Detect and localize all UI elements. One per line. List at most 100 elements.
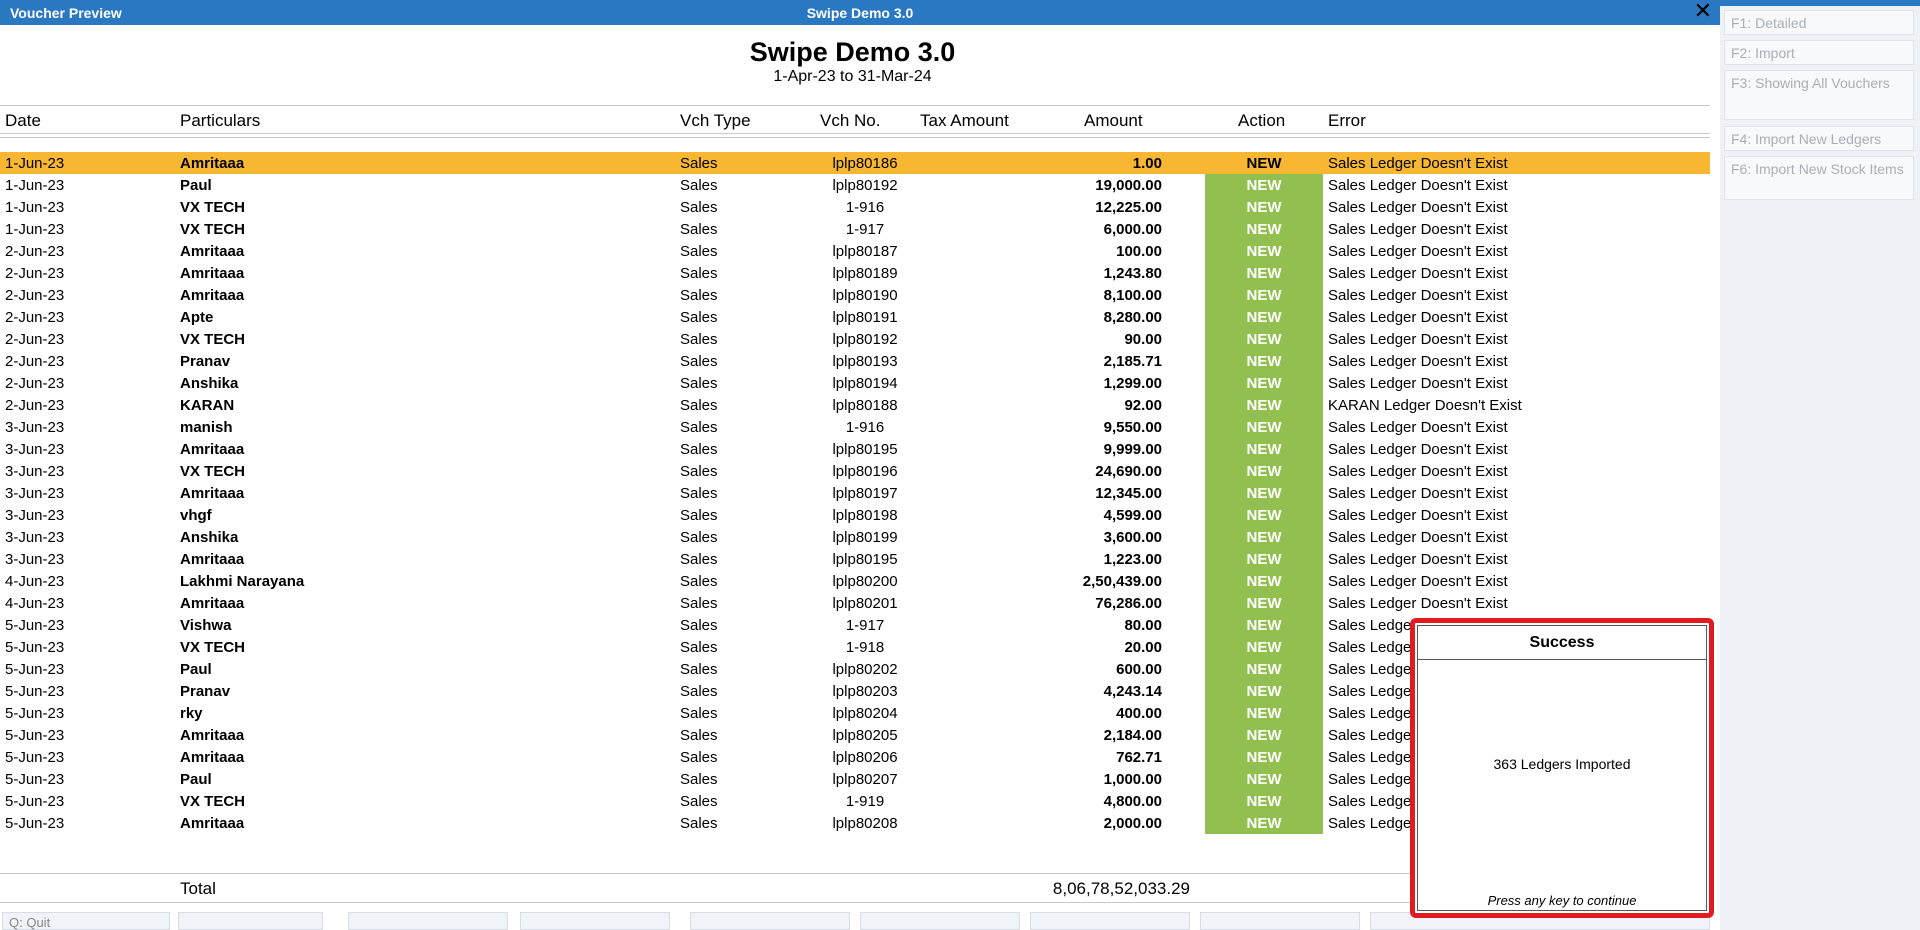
bottom-button-7[interactable] — [1030, 912, 1190, 930]
table-row[interactable]: 2-Jun-23 Apte Sales lplp80191 8,280.00 NEW Sal… — [0, 306, 1710, 328]
row-vch-no: lplp80191 — [832, 309, 898, 326]
row-date: 5-Jun-23 — [5, 771, 65, 788]
row-error: Sales Ledger Doesn't Exist — [1328, 595, 1508, 612]
table-row[interactable]: 3-Jun-23 Amritaaa Sales lplp80195 9,999.00 NE… — [0, 438, 1710, 460]
row-particulars: Vishwa — [180, 617, 232, 634]
table-row-selected[interactable]: 1-Jun-23 Amritaaa Sales lplp80186 1.00 NEW Sal… — [0, 152, 1710, 174]
table-row[interactable]: 3-Jun-23 manish Sales 1-916 9,550.00 NEW Sales… — [0, 416, 1710, 438]
row-action-badge: NEW — [1205, 174, 1323, 196]
table-row[interactable]: 3-Jun-23 Amritaaa Sales lplp80195 1,223.00 NE… — [0, 548, 1710, 570]
row-date: 2-Jun-23 — [5, 375, 65, 392]
row-action-badge: NEW — [1205, 394, 1323, 416]
table-row[interactable]: 1-Jun-23 Paul Sales lplp80192 19,000.00 NEW Sa… — [0, 174, 1710, 196]
row-date: 5-Jun-23 — [5, 661, 65, 678]
row-date: 5-Jun-23 — [5, 749, 65, 766]
table-row[interactable]: 2-Jun-23 Amritaaa Sales lplp80187 100.00 NEW S… — [0, 240, 1710, 262]
table-row[interactable]: 4-Jun-23 Lakhmi Narayana Sales lplp80200 2,5… — [0, 570, 1710, 592]
row-vch-type: Sales — [680, 463, 718, 480]
bottom-button-5[interactable] — [690, 912, 850, 930]
table-row[interactable]: 2-Jun-23 Amritaaa Sales lplp80189 1,243.80 NE… — [0, 262, 1710, 284]
row-particulars: Amritaaa — [180, 265, 245, 282]
bottom-button-3[interactable] — [348, 912, 508, 930]
row-amount: 100.00 — [1116, 243, 1162, 260]
header-bottom-divider — [0, 133, 1710, 134]
bottom-button-2[interactable] — [178, 912, 323, 930]
row-error: Sales Ledger Doesn't Exist — [1328, 309, 1508, 326]
f1-detailed-button[interactable]: F1: Detailed — [1724, 10, 1914, 35]
table-row[interactable]: 3-Jun-23 vhgf Sales lplp80198 4,599.00 NEW Sal… — [0, 504, 1710, 526]
row-amount: 9,999.00 — [1103, 441, 1162, 458]
f6-import-new-stock-items-button[interactable]: F6: Import New Stock Items — [1724, 156, 1914, 200]
close-icon[interactable]: ✕ — [1694, 1, 1712, 23]
row-particulars: Paul — [180, 661, 212, 678]
row-amount: 2,50,439.00 — [1082, 573, 1162, 590]
row-vch-no: lplp80196 — [832, 463, 898, 480]
table-row[interactable]: 2-Jun-23 Amritaaa Sales lplp80190 8,100.00 NE… — [0, 284, 1710, 306]
row-amount: 90.00 — [1124, 331, 1162, 348]
bottom-button-4[interactable] — [520, 912, 670, 930]
row-vch-no: lplp80187 — [832, 243, 898, 260]
table-row[interactable]: 2-Jun-23 Pranav Sales lplp80193 2,185.71 NEW S… — [0, 350, 1710, 372]
row-vch-no: lplp80203 — [832, 683, 898, 700]
row-action-badge: NEW — [1205, 680, 1323, 702]
table-row[interactable]: 3-Jun-23 Amritaaa Sales lplp80197 12,345.00 N… — [0, 482, 1710, 504]
row-particulars: Amritaaa — [180, 551, 245, 568]
row-date: 5-Jun-23 — [5, 793, 65, 810]
row-amount: 4,800.00 — [1103, 793, 1162, 810]
f4-label: Import New Ledgers — [1755, 131, 1882, 147]
table-row[interactable]: 2-Jun-23 Anshika Sales lplp80194 1,299.00 NEW… — [0, 372, 1710, 394]
header-top-divider — [0, 105, 1710, 106]
row-date: 5-Jun-23 — [5, 617, 65, 634]
table-row[interactable]: 1-Jun-23 VX TECH Sales 1-917 6,000.00 NEW Sale… — [0, 218, 1710, 240]
row-error: Sales Ledger Doesn't Exist — [1328, 155, 1508, 172]
row-error: Sales Ledger Doesn't Exist — [1328, 287, 1508, 304]
row-amount: 24,690.00 — [1095, 463, 1162, 480]
row-vch-type: Sales — [680, 397, 718, 414]
table-row[interactable]: 1-Jun-23 VX TECH Sales 1-916 12,225.00 NEW Sal… — [0, 196, 1710, 218]
row-amount: 9,550.00 — [1103, 419, 1162, 436]
f3-showing-all-vouchers-button[interactable]: F3: Showing All Vouchers — [1724, 70, 1914, 120]
row-amount: 6,000.00 — [1103, 221, 1162, 238]
row-action-badge: NEW — [1205, 790, 1323, 812]
row-vch-no: lplp80188 — [832, 397, 898, 414]
row-vch-type: Sales — [680, 155, 718, 172]
row-date: 4-Jun-23 — [5, 573, 65, 590]
row-vch-no: lplp80204 — [832, 705, 898, 722]
row-vch-type: Sales — [680, 485, 718, 502]
table-row[interactable]: 3-Jun-23 Anshika Sales lplp80199 3,600.00 NEW… — [0, 526, 1710, 548]
success-dialog[interactable]: Success 363 Ledgers Imported Press any k… — [1410, 618, 1714, 918]
table-row[interactable]: 4-Jun-23 Amritaaa Sales lplp80201 76,286.00 N… — [0, 592, 1710, 614]
row-vch-type: Sales — [680, 639, 718, 656]
bottom-button-6[interactable] — [860, 912, 1020, 930]
f2-import-button[interactable]: F2: Import — [1724, 40, 1914, 65]
table-row[interactable]: 2-Jun-23 KARAN Sales lplp80188 92.00 NEW KARAN… — [0, 394, 1710, 416]
row-error: Sales Ledger Doesn't Exist — [1328, 199, 1508, 216]
row-vch-no: 1-917 — [845, 617, 885, 634]
f4-import-new-ledgers-button[interactable]: F4: Import New Ledgers — [1724, 126, 1914, 151]
bottom-button-8[interactable] — [1200, 912, 1360, 930]
f3-label: Showing All Vouchers — [1755, 75, 1890, 91]
row-amount: 12,225.00 — [1095, 199, 1162, 216]
table-row[interactable]: 3-Jun-23 VX TECH Sales lplp80196 24,690.00 NE… — [0, 460, 1710, 482]
quit-button[interactable]: Q: Quit — [2, 912, 170, 930]
row-error: Sales Ledger Doesn't Exist — [1328, 177, 1508, 194]
row-particulars: Paul — [180, 771, 212, 788]
row-amount: 2,000.00 — [1103, 815, 1162, 832]
row-date: 3-Jun-23 — [5, 507, 65, 524]
row-vch-type: Sales — [680, 595, 718, 612]
row-particulars: Amritaaa — [180, 485, 245, 502]
row-date: 2-Jun-23 — [5, 287, 65, 304]
row-action-badge: NEW — [1205, 372, 1323, 394]
table-row[interactable]: 2-Jun-23 VX TECH Sales lplp80192 90.00 NEW Sal… — [0, 328, 1710, 350]
row-vch-type: Sales — [680, 705, 718, 722]
row-amount: 400.00 — [1116, 705, 1162, 722]
row-error: Sales Ledger Doesn't Exist — [1328, 441, 1508, 458]
row-error: Sales Ledger Doesn't Exist — [1328, 573, 1508, 590]
row-vch-no: 1-918 — [845, 639, 885, 656]
row-amount: 20.00 — [1124, 639, 1162, 656]
row-amount: 19,000.00 — [1095, 177, 1162, 194]
row-vch-type: Sales — [680, 265, 718, 282]
row-amount: 8,280.00 — [1103, 309, 1162, 326]
row-particulars: VX TECH — [180, 199, 246, 216]
row-particulars: Amritaaa — [180, 243, 245, 260]
